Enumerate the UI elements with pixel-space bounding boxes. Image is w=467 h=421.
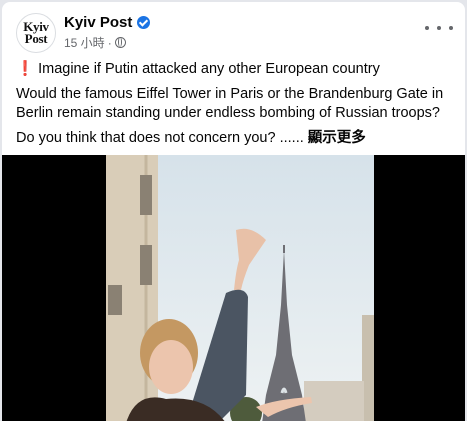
post-meta: 15 小時 · — [64, 34, 126, 51]
see-more-link[interactable]: 顯示更多 — [308, 130, 366, 146]
post-text: ❗ Imagine if Putin attacked any other Eu… — [16, 60, 456, 154]
post-time[interactable]: 15 小時 — [64, 34, 105, 51]
globe-icon[interactable] — [114, 37, 126, 48]
post-line-1: ❗ Imagine if Putin attacked any other Eu… — [16, 61, 380, 77]
exclamation-icon: ❗ — [16, 61, 35, 77]
post-card: Kyiv Post Kyiv Post 15 小時 · ❗ Imagine if… — [2, 2, 465, 421]
post-line-2: Would the famous Eiffel Tower in Paris o… — [16, 86, 444, 121]
video-frame — [106, 155, 374, 421]
more-options-button[interactable] — [425, 18, 453, 38]
verified-badge-icon — [137, 16, 151, 29]
more-options-icon — [425, 26, 429, 30]
post-header: Kyiv Post Kyiv Post 15 小時 · — [2, 2, 465, 54]
logo-post: Post — [24, 31, 48, 46]
meta-separator: · — [107, 35, 112, 50]
page-avatar[interactable]: Kyiv Post — [16, 13, 56, 53]
post-line-3: Do you think that does not concern you? … — [16, 130, 366, 146]
post-video[interactable] — [2, 155, 465, 421]
page-name-link[interactable]: Kyiv Post — [64, 14, 151, 31]
page-name[interactable]: Kyiv Post — [64, 14, 132, 31]
